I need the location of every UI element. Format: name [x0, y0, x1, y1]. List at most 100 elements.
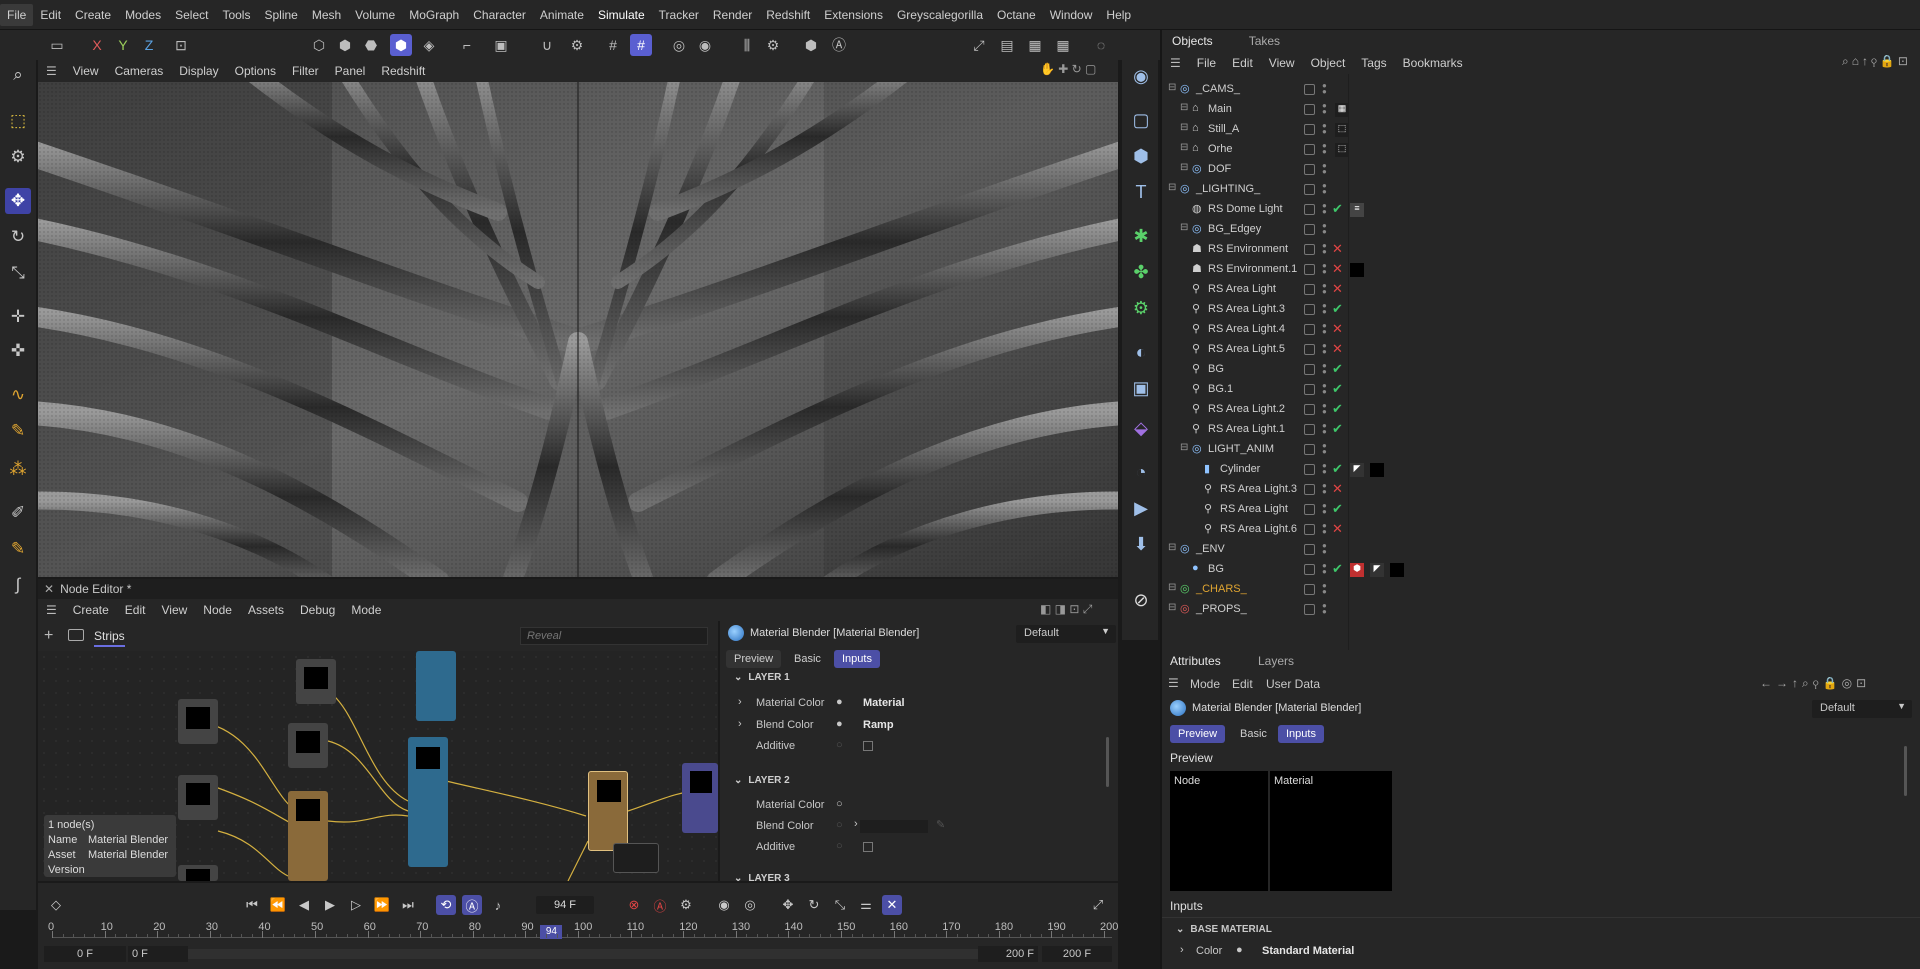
keyframe-icon[interactable]: ◇	[46, 895, 66, 915]
tab-layers[interactable]: Layers	[1258, 654, 1294, 668]
editor-visibility-toggle[interactable]	[1304, 104, 1315, 115]
editor-visibility-toggle[interactable]	[1304, 444, 1315, 455]
disabled-x-icon[interactable]: ✕	[1332, 241, 1343, 257]
polygons-mode-icon[interactable]: ⬣	[360, 34, 382, 56]
render-dots[interactable]: ● ●	[1322, 382, 1327, 396]
field-icon[interactable]: ▣	[1127, 374, 1155, 402]
placement-tool-icon[interactable]: ✜	[5, 338, 31, 364]
object-name[interactable]: LIGHT_ANIM	[1208, 443, 1274, 455]
object-row[interactable]: ● BG ● ● ✔	[1162, 560, 1920, 580]
close-icon[interactable]: ✕	[38, 582, 60, 596]
hamburger-icon[interactable]: ☰	[1162, 56, 1189, 70]
objects-menu-edit[interactable]: Edit	[1224, 56, 1261, 70]
menu-octane[interactable]: Octane	[990, 4, 1043, 26]
tab-attributes[interactable]: Attributes	[1170, 654, 1221, 668]
axis-mode-icon[interactable]: ⌐	[456, 34, 478, 56]
editor-visibility-toggle[interactable]	[1304, 84, 1315, 95]
phong-tag-icon[interactable]: ◤	[1370, 563, 1384, 577]
timeline-expand-icon[interactable]: ⤢	[1088, 895, 1108, 915]
disabled-x-icon[interactable]: ✕	[1332, 341, 1343, 357]
object-name[interactable]: RS Area Light	[1208, 283, 1276, 295]
editor-visibility-toggle[interactable]	[1304, 464, 1315, 475]
graph-node[interactable]	[178, 699, 218, 744]
camera-tag-icon[interactable]: ⬚	[1335, 143, 1349, 157]
render-dots[interactable]: ● ●	[1322, 102, 1327, 116]
object-name[interactable]: BG_Edgey	[1208, 223, 1261, 235]
axis-z-button[interactable]: Z	[138, 34, 160, 56]
enabled-check-icon[interactable]: ✔	[1332, 361, 1343, 377]
object-name[interactable]: _PROPS_	[1196, 603, 1247, 615]
node-layout-icons[interactable]: ◧ ◨ ⊡ ⤢	[1040, 602, 1092, 617]
redshift-node[interactable]	[416, 651, 456, 721]
attributes-preset-dropdown[interactable]: Default ▼	[1812, 700, 1912, 718]
search-icon[interactable]: ⌕	[5, 62, 31, 88]
start-frame-field[interactable]: 0 F	[44, 946, 126, 962]
attributes-nav-icons[interactable]: ←→↑⌕⚲🔒◎⊡	[1760, 676, 1870, 691]
editor-visibility-toggle[interactable]	[1304, 364, 1315, 375]
object-name[interactable]: DOF	[1208, 163, 1231, 175]
menu-animate[interactable]: Animate	[533, 4, 591, 26]
eyedropper-icon[interactable]: ✎	[936, 818, 945, 831]
render-dots[interactable]: ● ●	[1322, 462, 1327, 476]
editor-visibility-toggle[interactable]	[1304, 404, 1315, 415]
cloner-icon[interactable]: ✤	[1127, 258, 1155, 286]
position-key-icon[interactable]: ✥	[778, 895, 798, 915]
scale-tool-icon[interactable]: ⤡	[5, 260, 31, 286]
node-graph[interactable]: 1 node(s) Name Material Blender Asset Mate…	[38, 651, 718, 881]
expand-icon[interactable]: ⊟	[1168, 602, 1176, 613]
expand-icon[interactable]: ⊟	[1180, 122, 1188, 133]
menu-spline[interactable]: Spline	[257, 4, 304, 26]
objects-menu-view[interactable]: View	[1261, 56, 1303, 70]
object-row[interactable]: ⚲ RS Area Light.4 ● ● ✕	[1162, 320, 1920, 340]
tab-preview[interactable]: Preview	[726, 650, 782, 668]
redshift-icon[interactable]: ⬢	[800, 34, 822, 56]
playback-mode-icon[interactable]: Ⓐ	[462, 895, 482, 915]
deformer-icon[interactable]: ◐	[1127, 338, 1155, 366]
menu-greyscalegorilla[interactable]: Greyscalegorilla	[890, 4, 990, 26]
object-row[interactable]: ☗ RS Environment ● ● ✕	[1162, 240, 1920, 260]
menu-create[interactable]: Create	[68, 4, 118, 26]
render-dots[interactable]: ● ●	[1322, 442, 1327, 456]
tab-objects[interactable]: Objects	[1164, 34, 1221, 48]
render-dots[interactable]: ● ●	[1322, 122, 1327, 136]
prev-frame-icon[interactable]: ◀	[294, 895, 314, 915]
object-row[interactable]: ⚲ RS Area Light ● ● ✕	[1162, 280, 1920, 300]
editor-visibility-toggle[interactable]	[1304, 424, 1315, 435]
render-dots[interactable]: ● ●	[1322, 242, 1327, 256]
coord-system-icon[interactable]: ⊡	[170, 34, 192, 56]
object-name[interactable]: Still_A	[1208, 123, 1239, 135]
3d-viewport[interactable]	[38, 82, 1118, 577]
compass-icon[interactable]: ⊘	[1127, 586, 1155, 614]
render-dots[interactable]: ● ●	[1322, 362, 1327, 376]
graph-node[interactable]	[296, 659, 336, 704]
object-row[interactable]: ⚲ RS Area Light.1 ● ● ✔	[1162, 420, 1920, 440]
menu-mograph[interactable]: MoGraph	[402, 4, 466, 26]
object-name[interactable]: _ENV	[1196, 543, 1225, 555]
render-dots[interactable]: ● ●	[1322, 582, 1327, 596]
camera-icon[interactable]: ▶	[1127, 494, 1155, 522]
enabled-check-icon[interactable]: ✔	[1332, 201, 1343, 217]
render-dots[interactable]: ● ●	[1322, 602, 1327, 616]
objects-header-icons[interactable]: ⌕⌂↑⚲🔒⊡	[1842, 54, 1911, 69]
render-dots[interactable]: ● ●	[1322, 282, 1327, 296]
spline-rect-icon[interactable]: ▢	[1127, 106, 1155, 134]
expand-icon[interactable]: ⊟	[1168, 82, 1176, 93]
redshift-tag-icon[interactable]: ⬢	[1350, 563, 1364, 577]
null-object-icon[interactable]: ◉	[1127, 62, 1155, 90]
object-row[interactable]: ⊟ ◎ _CHARS_ ● ●	[1162, 580, 1920, 600]
settings-icon[interactable]: ⚙	[566, 34, 588, 56]
editor-visibility-toggle[interactable]	[1304, 224, 1315, 235]
additive-checkbox[interactable]	[863, 842, 873, 852]
editor-visibility-toggle[interactable]	[1304, 124, 1315, 135]
viewport-menu-filter[interactable]: Filter	[284, 64, 327, 78]
disabled-x-icon[interactable]: ✕	[1332, 261, 1343, 277]
workplane-icon[interactable]: ▣	[490, 34, 512, 56]
render-dots[interactable]: ● ●	[1322, 182, 1327, 196]
loop-icon[interactable]: ⟲	[436, 895, 456, 915]
render-dots[interactable]: ● ●	[1322, 342, 1327, 356]
render-dots[interactable]: ● ●	[1322, 262, 1327, 276]
motion-icon[interactable]: ◉	[714, 895, 734, 915]
disabled-x-icon[interactable]: ✕	[1332, 481, 1343, 497]
paint-icon[interactable]: ✎	[5, 536, 31, 562]
viewport-menu-redshift[interactable]: Redshift	[373, 64, 433, 78]
